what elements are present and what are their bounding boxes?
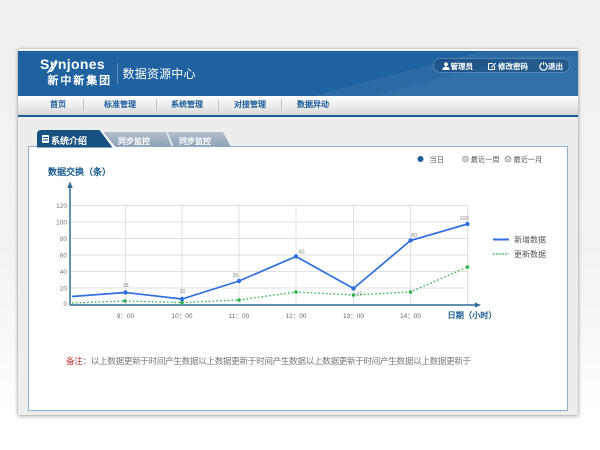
svg-text:最近一月: 最近一月	[514, 155, 543, 164]
svg-text:80: 80	[60, 236, 68, 243]
svg-text:11：00: 11：00	[229, 313, 250, 320]
svg-text:60: 60	[60, 253, 68, 260]
svg-text:35: 35	[233, 273, 239, 279]
svg-text:80: 80	[411, 233, 417, 239]
svg-text:0: 0	[63, 301, 67, 308]
svg-text:40: 40	[60, 269, 68, 276]
svg-text:10: 10	[180, 289, 186, 295]
svg-text:日期（小时）: 日期（小时）	[448, 310, 497, 320]
svg-text:10: 10	[357, 291, 363, 297]
svg-text:120: 120	[56, 203, 67, 210]
svg-text:数据交换（条）: 数据交换（条）	[48, 166, 111, 177]
svg-text:60: 60	[299, 249, 305, 255]
svg-text:更新数据: 更新数据	[514, 249, 546, 259]
svg-text:100: 100	[460, 216, 469, 222]
svg-text:20: 20	[60, 286, 68, 293]
svg-text:18: 18	[123, 283, 129, 289]
svg-text:14：00: 14：00	[400, 313, 421, 320]
svg-text:100: 100	[56, 220, 67, 227]
svg-text:13：00: 13：00	[343, 313, 364, 320]
svg-text:10：00: 10：00	[172, 313, 193, 320]
svg-text:12：00: 12：00	[286, 313, 307, 320]
svg-text:最近一周: 最近一周	[471, 155, 500, 164]
svg-text:当日: 当日	[430, 155, 444, 164]
svg-text:9：00: 9：00	[117, 313, 135, 320]
svg-text:新增数据: 新增数据	[514, 235, 546, 245]
